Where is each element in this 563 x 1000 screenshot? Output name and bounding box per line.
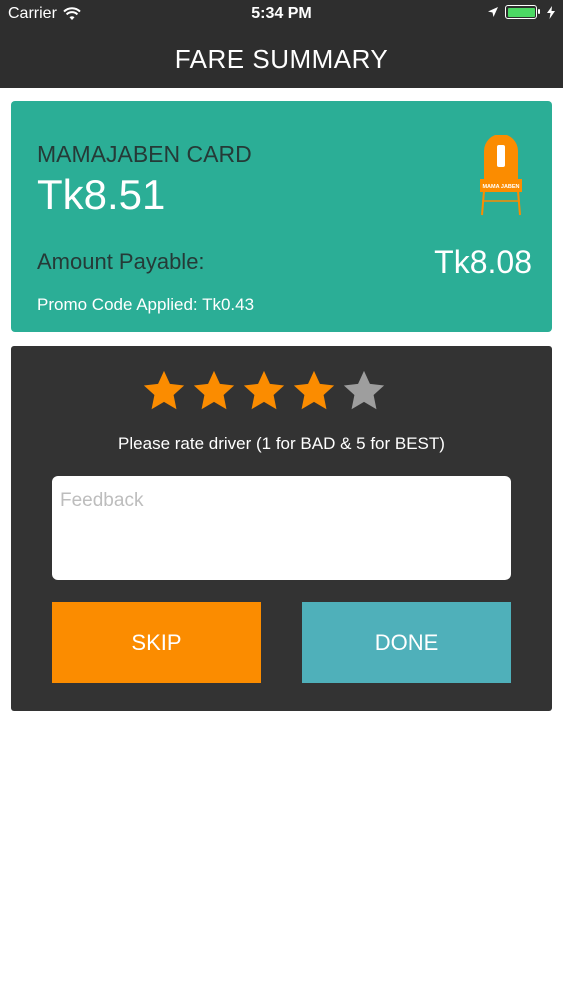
battery-icon	[505, 5, 540, 19]
status-right	[487, 5, 555, 19]
status-bar: Carrier 5:34 PM	[0, 0, 563, 30]
fare-card: MAMAJABEN CARD Tk8.51 Amount Payable: Tk…	[11, 101, 552, 332]
payable-label: Amount Payable:	[37, 249, 205, 274]
charging-bolt-icon	[547, 5, 555, 19]
card-name: MAMAJABEN CARD	[37, 141, 252, 167]
payable-amount: Tk8.08	[434, 244, 532, 280]
rating-prompt: Please rate driver (1 for BAD & 5 for BE…	[118, 434, 445, 453]
promo-text: Promo Code Applied: Tk0.43	[37, 295, 255, 314]
star-icon[interactable]	[191, 368, 237, 414]
skip-button[interactable]: SKIP	[52, 602, 261, 683]
location-arrow-icon	[488, 7, 498, 17]
nav-bar: FARE SUMMARY	[0, 30, 563, 88]
star-icon[interactable]	[141, 368, 187, 414]
star-icon[interactable]	[291, 368, 337, 414]
star-icon[interactable]	[341, 368, 387, 414]
card-amount: Tk8.51	[37, 171, 166, 218]
rating-panel: Please rate driver (1 for BAD & 5 for BE…	[11, 346, 552, 711]
logo-text: MAMA JABEN	[482, 184, 519, 190]
star-icon[interactable]	[241, 368, 287, 414]
status-time: 5:34 PM	[251, 5, 312, 22]
star-rating[interactable]	[141, 368, 387, 414]
rickshaw-logo-icon: MAMA JABEN	[480, 135, 522, 216]
page-title: FARE SUMMARY	[174, 43, 389, 74]
done-button[interactable]: DONE	[302, 602, 511, 683]
feedback-input[interactable]	[52, 476, 511, 580]
